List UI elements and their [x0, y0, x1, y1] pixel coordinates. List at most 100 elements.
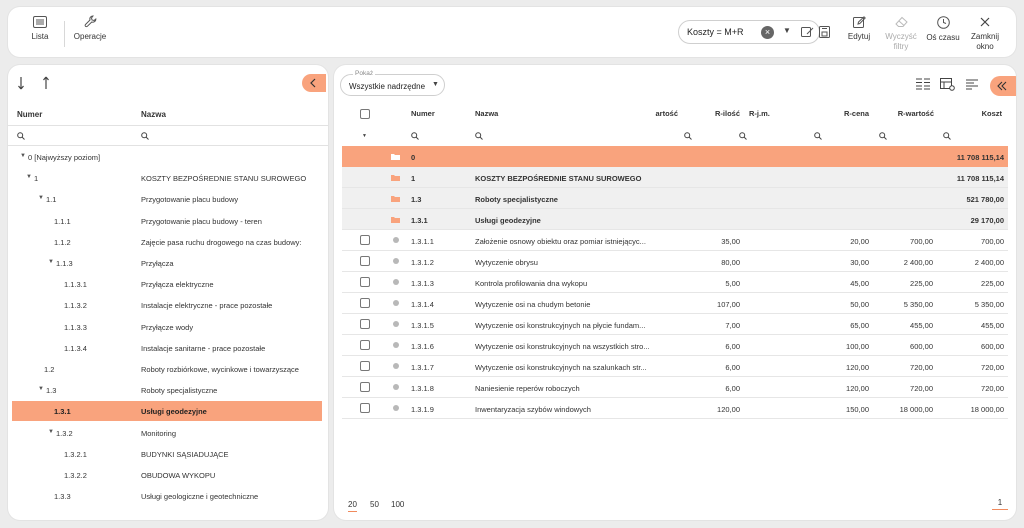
table-row[interactable]: 1.3.1.5 Wytyczenie osi konstrukcyjnych na…	[342, 314, 1008, 335]
pokaz-select[interactable]: Pokaż Wszystkie nadrzędne ▼	[340, 70, 445, 96]
edytuj-button[interactable]: Edytuj	[846, 16, 872, 42]
tree-row-number: 1.1	[46, 195, 57, 205]
collapse-panel-button[interactable]	[990, 76, 1016, 96]
table-row[interactable]: 1.3.1.3 Kontrola profilowania dna wykopu 5…	[342, 272, 1008, 293]
row-r-cena: 30,00	[850, 258, 869, 267]
col-header-r-cena[interactable]: R-cena	[824, 109, 869, 118]
search-icon[interactable]	[411, 132, 419, 140]
clear-icon[interactable]: ×	[761, 26, 774, 39]
col-header-nazwa[interactable]: Nazwa	[475, 109, 498, 118]
zamknij-okno-button[interactable]: Zamknij okno	[968, 16, 1002, 52]
table-row[interactable]: 1.3.1.4 Wytyczenie osi na chudym betonie 1…	[342, 293, 1008, 314]
tree-row-name: OBUDOWA WYKOPU	[141, 471, 216, 480]
group-row[interactable]: 0 11 708 115,14	[342, 146, 1008, 167]
row-checkbox[interactable]	[360, 319, 370, 329]
align-left-icon[interactable]	[966, 78, 978, 90]
expand-toggle-icon[interactable]: ▼	[48, 259, 54, 265]
tree-row[interactable]: 1.1.1 Przygotowanie placu budowy - teren	[12, 211, 322, 231]
tree-row-name: Roboty specjalistyczne	[141, 386, 218, 396]
tree-row-name: Przyłącza elektryczne	[141, 280, 214, 290]
columns-icon[interactable]	[916, 78, 930, 90]
tree-row[interactable]: ▼ 0 [Najwyższy poziom]	[12, 147, 322, 167]
table-row[interactable]: 1.3.1.8 Naniesienie reperów roboczych 6,00…	[342, 377, 1008, 398]
col-header-numer[interactable]: Numer	[411, 109, 435, 118]
page-size-option[interactable]: 100	[391, 500, 404, 509]
page-size-option[interactable]: 20	[348, 500, 357, 512]
row-koszt: 700,00	[981, 237, 1004, 246]
row-checkbox[interactable]	[360, 403, 370, 413]
col-header-r-wartosc[interactable]: R-wartość	[884, 109, 934, 118]
page-size-option[interactable]: 50	[370, 500, 379, 509]
group-row[interactable]: 1.3 Roboty specjalistyczne 521 780,00	[342, 188, 1008, 209]
formula-combobox[interactable]: Koszty = M+R × ▼	[678, 20, 830, 44]
table-row[interactable]: 1.3.1.6 Wytyczenie osi konstrukcyjnych na…	[342, 335, 1008, 356]
tree-row[interactable]: 1.1.2 Zajęcie pasa ruchu drogowego na cza…	[12, 232, 322, 252]
expand-toggle-icon[interactable]: ▼	[38, 195, 44, 201]
operacje-button[interactable]: Operacje	[72, 15, 108, 42]
select-all-checkbox[interactable]	[360, 109, 370, 119]
tree-row[interactable]: ▼ 1 KOSZTY BEZPOŚREDNIE STANU SUROWEGO	[12, 168, 322, 188]
toolbar-divider	[64, 21, 65, 47]
search-icon[interactable]	[17, 132, 25, 140]
tree-row[interactable]: 1.1.3.1 Przyłącza elektryczne	[12, 274, 322, 294]
row-checkbox[interactable]	[360, 340, 370, 350]
tree-row-number: 1.2	[44, 365, 55, 374]
row-checkbox[interactable]	[360, 382, 370, 392]
save-icon[interactable]	[819, 26, 830, 38]
expand-toggle-icon[interactable]: ▼	[26, 174, 32, 180]
expand-toggle-icon[interactable]: ▼	[38, 386, 44, 392]
row-checkbox[interactable]	[360, 361, 370, 371]
col-header-r-ilosc[interactable]: R-ilość	[694, 109, 740, 118]
row-checkbox[interactable]	[360, 235, 370, 245]
tree-row[interactable]: 1.3.1 Usługi geodezyjne	[12, 401, 322, 422]
filter-arrow-icon[interactable]: ▼	[362, 133, 367, 139]
tree-row[interactable]: 1.3.2.1 BUDYNKI SĄSIADUJĄCE	[12, 444, 322, 464]
row-r-wartosc: 225,00	[910, 279, 933, 288]
tree-row[interactable]: 1.3.2.2 OBUDOWA WYKOPU	[12, 465, 322, 485]
col-header-wartosc[interactable]: artość	[634, 109, 678, 118]
tree-row-number: 1.1.3.2	[64, 301, 87, 311]
collapse-tree-button[interactable]	[302, 74, 326, 92]
tree-row[interactable]: 1.1.3.3 Przyłącze wody	[12, 317, 322, 337]
search-icon[interactable]	[684, 132, 692, 140]
group-row[interactable]: 1 KOSZTY BEZPOŚREDNIE STANU SUROWEGO 11 70…	[342, 167, 1008, 188]
expand-toggle-icon[interactable]: ▼	[48, 429, 54, 435]
group-row[interactable]: 1.3.1 Usługi geodezyjne 29 170,00	[342, 209, 1008, 230]
row-checkbox[interactable]	[360, 256, 370, 266]
tree-row[interactable]: 1.2 Roboty rozbiórkowe, wycinkowe i towar…	[12, 359, 322, 379]
tree-row[interactable]: ▼ 1.3 Roboty specjalistyczne	[12, 380, 322, 400]
tree-row[interactable]: 1.1.3.4 Instalacje sanitarne - prace pozo…	[12, 338, 322, 358]
tree-row[interactable]: ▼ 1.1 Przygotowanie placu budowy	[12, 189, 322, 209]
search-icon[interactable]	[943, 132, 951, 140]
wyczysc-filtry-button[interactable]: Wyczyść filtry	[885, 16, 917, 52]
tree-row[interactable]: ▼ 1.1.3 Przyłącza	[12, 253, 322, 273]
chevron-down-icon[interactable]: ▼	[783, 26, 791, 35]
page-1[interactable]: 1	[992, 498, 1008, 510]
operacje-label: Operacje	[73, 32, 107, 41]
tree-row-name: Zajęcie pasa ruchu drogowego na czas bud…	[141, 237, 302, 247]
lista-button[interactable]: Lista	[28, 16, 52, 42]
table-row[interactable]: 1.3.1.7 Wytyczenie osi konstrukcyjnych na…	[342, 356, 1008, 377]
edit-formula-icon[interactable]	[801, 26, 814, 38]
row-koszt: 2 400,00	[974, 258, 1004, 267]
os-czasu-button[interactable]: Oś czasu	[926, 16, 960, 43]
table-row[interactable]: 1.3.1.2 Wytyczenie obrysu 80,00 30,00 2 400,…	[342, 251, 1008, 272]
search-icon[interactable]	[879, 132, 887, 140]
table-row[interactable]: 1.3.1.1 Założenie osnowy obiektu oraz pom…	[342, 230, 1008, 251]
tree-row[interactable]: 1.1.3.2 Instalacje elektryczne - prace po…	[12, 295, 322, 315]
search-icon[interactable]	[814, 132, 822, 140]
col-header-r-jm[interactable]: R-j.m.	[749, 109, 770, 118]
sort-descending-icon[interactable]	[18, 76, 28, 90]
sort-ascending-icon[interactable]	[40, 76, 50, 90]
expand-toggle-icon[interactable]: ▼	[20, 153, 26, 159]
tree-row[interactable]: ▼ 1.3.2 Monitoring	[12, 423, 322, 443]
search-icon[interactable]	[739, 132, 747, 140]
row-checkbox[interactable]	[360, 277, 370, 287]
search-icon[interactable]	[475, 132, 483, 140]
table-settings-icon[interactable]	[940, 78, 955, 91]
table-row[interactable]: 1.3.1.9 Inwentaryzacja szybów windowych 12…	[342, 398, 1008, 419]
col-header-koszt[interactable]: Koszt	[964, 109, 1002, 118]
search-icon[interactable]	[141, 132, 149, 140]
tree-row[interactable]: 1.3.3 Usługi geologiczne i geotechniczne	[12, 486, 322, 506]
row-checkbox[interactable]	[360, 298, 370, 308]
